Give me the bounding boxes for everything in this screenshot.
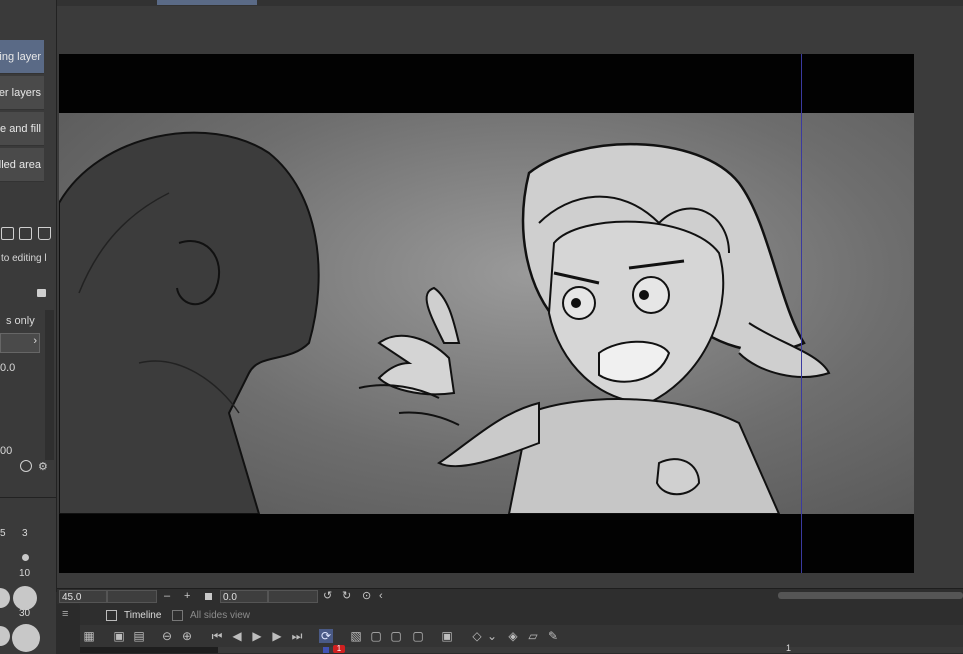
brush-size-dot[interactable] (22, 554, 29, 561)
first-frame-icon[interactable]: ⏮ (210, 629, 224, 643)
storyboard-sketch-canvas[interactable] (59, 113, 914, 514)
option-label: er layers (0, 86, 41, 99)
fill-option-other-layers[interactable]: er layers (0, 76, 44, 110)
zoom-slider[interactable] (107, 590, 157, 603)
last-frame-icon[interactable]: ⏭ (290, 629, 304, 643)
brush-size-dot[interactable] (13, 586, 37, 610)
area-value[interactable]: 00 (0, 445, 12, 457)
storyboard-sketch (59, 131, 831, 514)
playhead-frame-badge: 1 (333, 645, 345, 653)
rotate-field[interactable]: 0.0 (220, 590, 268, 603)
keyframe-icon[interactable]: ◇ (470, 629, 484, 643)
brush-size-label[interactable]: 30 (19, 608, 30, 619)
frame-number: 1 (786, 643, 792, 653)
guide-line[interactable] (801, 54, 802, 573)
new-cel-icon[interactable]: ▢ (369, 629, 383, 643)
document-tab-active[interactable] (157, 0, 257, 5)
brush-size-label[interactable]: 3 (22, 528, 28, 539)
timeline-settings-icon[interactable]: ▤ (132, 629, 146, 643)
playhead[interactable] (323, 647, 329, 653)
fill-option-filled-area[interactable]: lled area (0, 148, 44, 182)
play-icon[interactable]: ▶ (250, 629, 264, 643)
timeline-icon (106, 610, 117, 621)
frame-ruler[interactable]: 1 (218, 643, 963, 653)
menu-icon[interactable]: ≡ (62, 608, 68, 620)
zoom-in-timeline-icon[interactable]: ⊕ (180, 629, 194, 643)
horizontal-scrollbar[interactable] (778, 592, 963, 599)
loop-icon[interactable]: ⟳ (319, 629, 333, 643)
reset-rotation-icon[interactable]: ⊙ (362, 589, 371, 604)
flip-horizontal-icon[interactable]: ‹ (379, 589, 383, 604)
zoom-field[interactable]: 45.0 (59, 590, 107, 603)
chevron-down-icon[interactable]: ⌄ (485, 629, 499, 643)
zoom-out-timeline-icon[interactable]: ⊖ (160, 629, 174, 643)
next-frame-icon[interactable]: ▶ (270, 629, 284, 643)
copy-icon[interactable] (19, 227, 32, 240)
edit-timeline-icon[interactable]: ▣ (112, 629, 126, 643)
download-icon[interactable] (1, 227, 14, 240)
delete-cel-icon[interactable]: ▢ (411, 629, 425, 643)
fill-option-editing-layer[interactable]: ing layer (0, 40, 44, 74)
option-label: ing layer (0, 50, 41, 63)
camera-work-icon[interactable]: ◈ (506, 629, 520, 643)
wrench-icon[interactable]: ⚙ (38, 460, 48, 473)
lock-icon[interactable] (37, 289, 46, 297)
expand-dropdown[interactable]: › (0, 333, 40, 353)
onion-skin-icon[interactable]: ▣ (440, 629, 454, 643)
tab-timeline[interactable]: Timeline (102, 607, 167, 624)
new-timeline-icon[interactable]: ▦ (82, 629, 96, 643)
fit-icon[interactable] (205, 593, 212, 600)
pen-icon[interactable]: ✎ (546, 629, 560, 643)
rotate-slider[interactable] (268, 590, 318, 603)
brush-size-dot[interactable] (0, 626, 10, 646)
rotate-left-icon[interactable]: ↺ (323, 589, 332, 604)
option-label: e and fill (0, 122, 41, 135)
tab-label: Timeline (124, 610, 162, 621)
trash-icon[interactable] (38, 227, 51, 240)
rotate-right-icon[interactable]: ↻ (342, 589, 351, 604)
brush-size-dot[interactable] (0, 588, 10, 608)
scope-label: s only (6, 315, 35, 327)
zoom-out-button[interactable]: – (164, 589, 170, 604)
brush-size-dot[interactable] (12, 624, 40, 652)
gap-value[interactable]: 0.0 (0, 362, 15, 374)
tab-label: All sides view (190, 610, 251, 621)
dock-edge: ≡ (57, 604, 79, 653)
brush-size-label[interactable]: 10 (19, 568, 30, 579)
chevron-right-icon: › (33, 335, 37, 347)
brush-size-label[interactable]: 5 (0, 528, 6, 539)
clock-icon[interactable] (20, 460, 32, 472)
refer-to-editing-layer-label: to editing l (1, 253, 47, 264)
timeline-tab-bar: Timeline All sides view (80, 605, 963, 626)
fill-option-close-and-fill[interactable]: e and fill (0, 112, 44, 146)
brush-size-palette: 5 3 10 30 (0, 497, 56, 654)
option-label: lled area (0, 158, 41, 171)
specify-cels-icon[interactable]: ▢ (389, 629, 403, 643)
zoom-in-button[interactable]: + (184, 589, 190, 604)
scrollbar[interactable] (45, 310, 54, 460)
timeline-toolbar: ▦ ▣ ▤ ⊖ ⊕ ⏮ ◀ ▶ ▶ ⏭ ⟳ ▧ ▢ ▢ ▢ ▣ ◇ ⌄ ◈ ▱ … (80, 625, 963, 647)
all-sides-view-icon (172, 610, 183, 621)
tab-all-sides-view[interactable]: All sides view (168, 607, 256, 624)
previous-frame-icon[interactable]: ◀ (230, 629, 244, 643)
frame-icon[interactable]: ▱ (526, 629, 540, 643)
new-animation-folder-icon[interactable]: ▧ (349, 629, 363, 643)
